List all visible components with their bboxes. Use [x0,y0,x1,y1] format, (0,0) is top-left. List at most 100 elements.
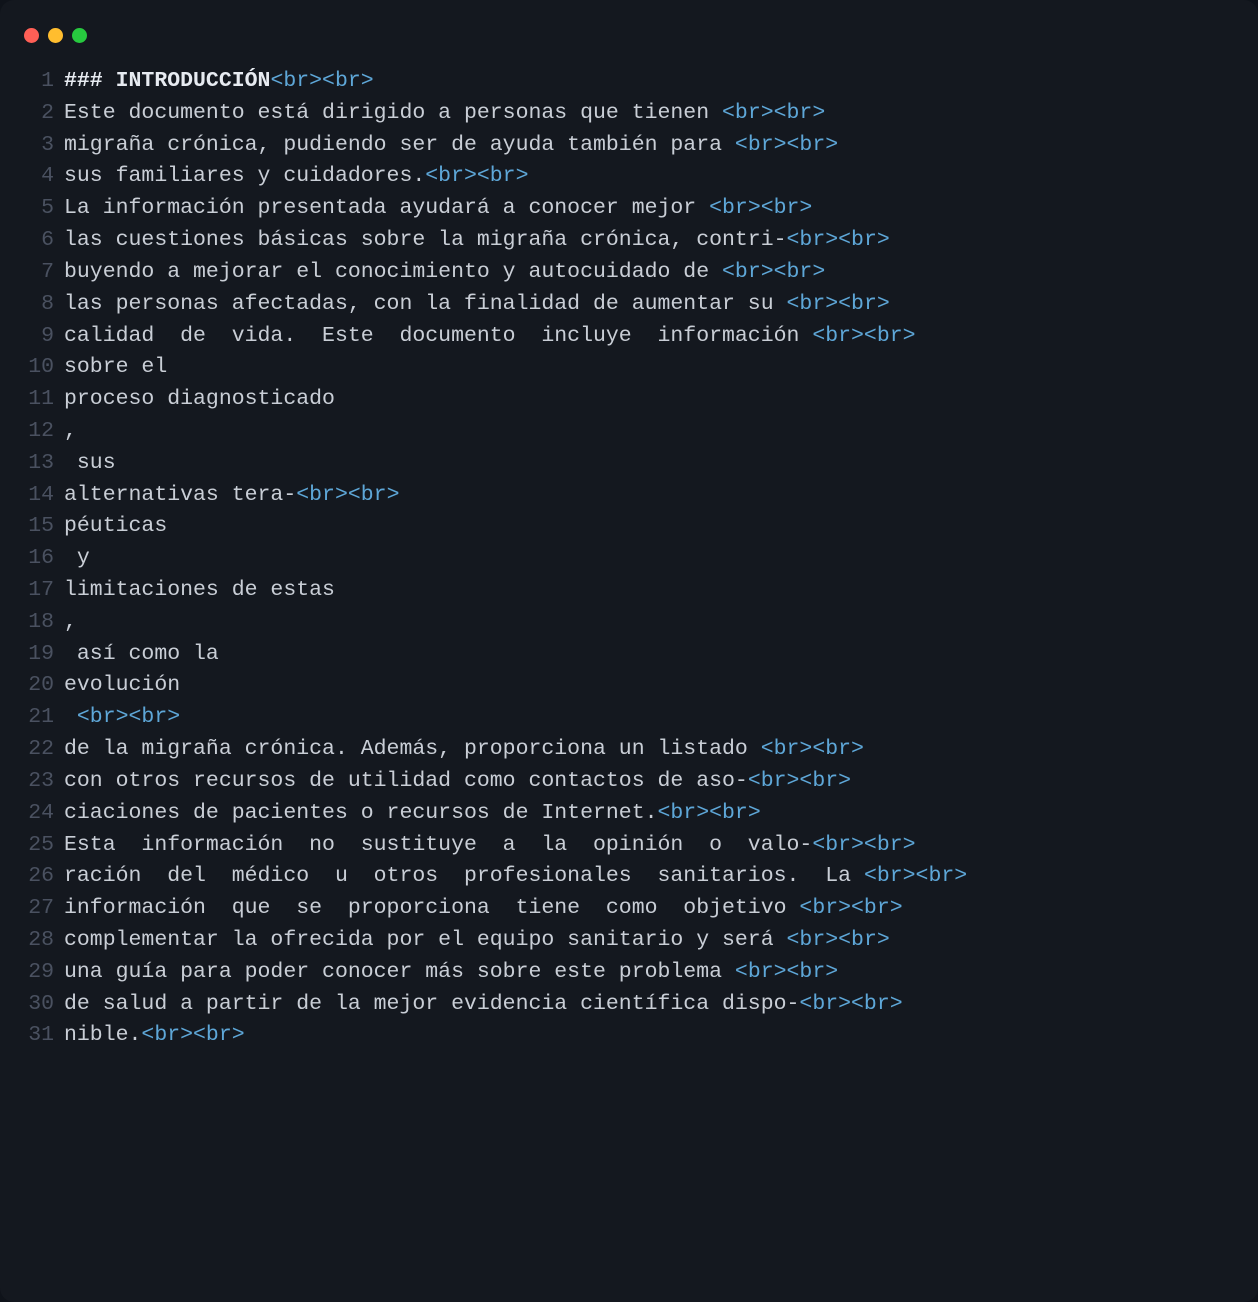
line-content: alternativas tera-<br><br> [64,480,1240,512]
br-tag: <br><br> [812,833,915,857]
code-line: 6las cuestiones básicas sobre la migraña… [18,225,1240,257]
line-content: las cuestiones básicas sobre la migraña … [64,225,1240,257]
line-number: 25 [18,830,64,862]
line-content: ración del médico u otros profesionales … [64,861,1240,893]
text-run: , [64,610,77,634]
code-line: 21 <br><br> [18,702,1240,734]
text-run: ración del médico u otros profesionales … [64,864,864,888]
br-tag: <br><br> [270,69,373,93]
br-tag: <br><br> [141,1023,244,1047]
line-number: 27 [18,893,64,925]
heading-text: ### INTRODUCCIÓN [64,69,270,93]
text-run: Esta información no sustituye a la opini… [64,833,812,857]
line-number: 13 [18,448,64,480]
code-line: 31nible.<br><br> [18,1020,1240,1052]
br-tag: <br><br> [425,164,528,188]
line-content: así como la [64,639,1240,671]
code-line: 12, [18,416,1240,448]
code-line: 1### INTRODUCCIÓN<br><br> [18,66,1240,98]
text-run: migraña crónica, pudiendo ser de ayuda t… [64,133,735,157]
code-line: 9calidad de vida. Este documento incluye… [18,321,1240,353]
line-content: , [64,416,1240,448]
br-tag: <br><br> [735,960,838,984]
br-tag: <br><br> [787,928,890,952]
line-content: proceso diagnosticado [64,384,1240,416]
line-content: ciaciones de pacientes o recursos de Int… [64,798,1240,830]
code-line: 7buyendo a mejorar el conocimiento y aut… [18,257,1240,289]
text-run: Este documento está dirigido a personas … [64,101,722,125]
text-run [64,705,77,729]
code-line: 2Este documento está dirigido a personas… [18,98,1240,130]
br-tag: <br><br> [799,992,902,1016]
text-run: , [64,419,77,443]
zoom-icon[interactable] [72,28,87,43]
text-run: de salud a partir de la mejor evidencia … [64,992,799,1016]
line-content: La información presentada ayudará a cono… [64,193,1240,225]
line-content: Este documento está dirigido a personas … [64,98,1240,130]
line-number: 29 [18,957,64,989]
line-content: migraña crónica, pudiendo ser de ayuda t… [64,130,1240,162]
text-run: una guía para poder conocer más sobre es… [64,960,735,984]
br-tag: <br><br> [296,483,399,507]
code-line: 27información que se proporciona tiene c… [18,893,1240,925]
code-line: 8las personas afectadas, con la finalida… [18,289,1240,321]
line-number: 7 [18,257,64,289]
text-run: sobre el [64,355,167,379]
text-run: complementar la ofrecida por el equipo s… [64,928,787,952]
line-content: sus [64,448,1240,480]
code-line: 25Esta información no sustituye a la opi… [18,830,1240,862]
code-line: 15péuticas [18,511,1240,543]
line-content: de salud a partir de la mejor evidencia … [64,989,1240,1021]
close-icon[interactable] [24,28,39,43]
line-content: <br><br> [64,702,1240,734]
br-tag: <br><br> [748,769,851,793]
line-number: 16 [18,543,64,575]
text-run: con otros recursos de utilidad como cont… [64,769,748,793]
line-number: 28 [18,925,64,957]
line-content: Esta información no sustituye a la opini… [64,830,1240,862]
line-content: sobre el [64,352,1240,384]
code-line: 29una guía para poder conocer más sobre … [18,957,1240,989]
line-number: 24 [18,798,64,830]
line-content: las personas afectadas, con la finalidad… [64,289,1240,321]
text-run: y [64,546,90,570]
code-line: 19 así como la [18,639,1240,671]
line-content: sus familiares y cuidadores.<br><br> [64,161,1240,193]
text-run: evolución [64,673,180,697]
text-run: péuticas [64,514,167,538]
window-titlebar [18,16,1240,48]
line-content: , [64,607,1240,639]
code-line: 30de salud a partir de la mejor evidenci… [18,989,1240,1021]
line-number: 22 [18,734,64,766]
text-run: proceso diagnosticado [64,387,335,411]
code-window: 1### INTRODUCCIÓN<br><br>2Este documento… [0,0,1258,1302]
line-number: 18 [18,607,64,639]
text-run: así como la [64,642,219,666]
line-number: 15 [18,511,64,543]
line-number: 8 [18,289,64,321]
line-content: péuticas [64,511,1240,543]
line-number: 23 [18,766,64,798]
minimize-icon[interactable] [48,28,63,43]
code-line: 28complementar la ofrecida por el equipo… [18,925,1240,957]
line-number: 5 [18,193,64,225]
br-tag: <br><br> [864,864,967,888]
br-tag: <br><br> [787,292,890,316]
line-content: buyendo a mejorar el conocimiento y auto… [64,257,1240,289]
line-content: limitaciones de estas [64,575,1240,607]
text-run: alternativas tera- [64,483,296,507]
line-content: ### INTRODUCCIÓN<br><br> [64,66,1240,98]
line-number: 17 [18,575,64,607]
line-number: 9 [18,321,64,353]
code-line: 16 y [18,543,1240,575]
br-tag: <br><br> [658,801,761,825]
line-content: complementar la ofrecida por el equipo s… [64,925,1240,957]
line-content: información que se proporciona tiene com… [64,893,1240,925]
line-number: 26 [18,861,64,893]
code-line: 22de la migraña crónica. Además, proporc… [18,734,1240,766]
line-number: 1 [18,66,64,98]
code-line: 17limitaciones de estas [18,575,1240,607]
line-number: 12 [18,416,64,448]
text-run: las personas afectadas, con la finalidad… [64,292,787,316]
code-editor[interactable]: 1### INTRODUCCIÓN<br><br>2Este documento… [18,66,1240,1052]
